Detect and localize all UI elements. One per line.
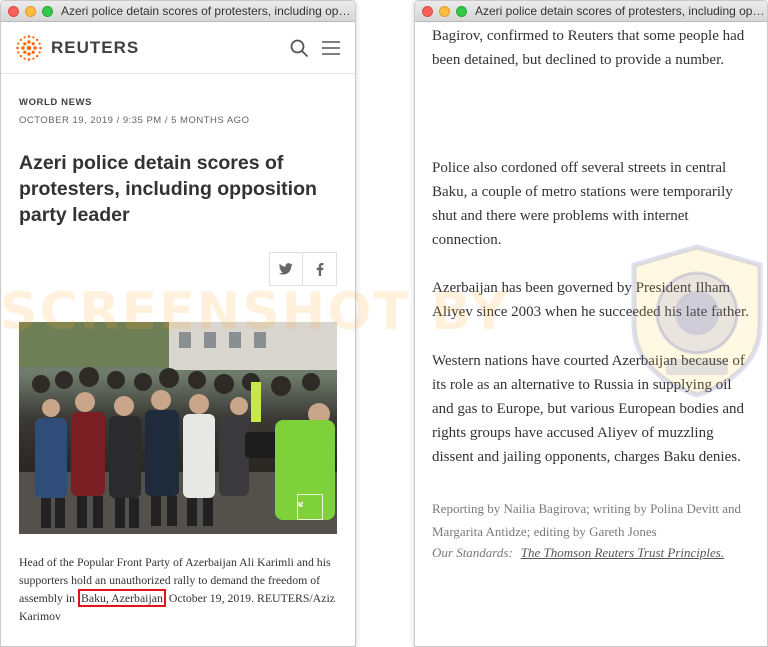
article-headline: Azeri police detain scores of protesters… — [19, 152, 317, 226]
section-link[interactable]: WORLD NEWS — [19, 97, 337, 108]
window-titlebar: Azeri police detain scores of protesters… — [1, 1, 355, 22]
article-paragraph: Police also cordoned off several streets… — [432, 160, 733, 248]
close-window-button[interactable] — [422, 5, 433, 17]
facebook-icon — [316, 262, 323, 276]
article-photo[interactable] — [19, 322, 337, 534]
zoom-window-button[interactable] — [42, 5, 53, 17]
share-buttons — [19, 252, 337, 286]
reuters-logo-icon[interactable] — [15, 34, 43, 62]
window-title: Azeri police detain scores of protesters… — [61, 4, 355, 18]
right-browser-window: Azeri police detain scores of protesters… — [414, 0, 768, 647]
article-paragraph: Bagirov, confirmed to Reuters that some … — [432, 28, 745, 68]
photo-caption: Head of the Popular Front Party of Azerb… — [19, 553, 337, 625]
expand-icon — [298, 501, 304, 507]
article-paragraph: Western nations have courted Azerbaijan … — [432, 353, 745, 465]
standards-line: Our Standards: The Thomson Reuters Trust … — [432, 545, 749, 561]
article-paragraph: Azerbaijan has been governed by Presiden… — [432, 280, 749, 320]
trust-principles-link[interactable]: The Thomson Reuters Trust Principles. — [521, 545, 724, 560]
left-browser-window: Azeri police detain scores of protesters… — [0, 0, 356, 647]
twitter-icon — [279, 263, 293, 275]
article-body: Bagirov, confirmed to Reuters that some … — [415, 24, 767, 561]
article-dateline: OCTOBER 19, 2019 / 9:35 PM / 5 MONTHS AG… — [19, 115, 250, 126]
twitter-share-button[interactable] — [269, 252, 303, 286]
standards-label: Our Standards: — [432, 545, 513, 560]
facebook-share-button[interactable] — [303, 252, 337, 286]
search-icon[interactable] — [289, 38, 309, 58]
expand-photo-button[interactable] — [297, 494, 323, 520]
close-window-button[interactable] — [8, 5, 19, 17]
protest-photo-illustration — [19, 322, 337, 534]
zoom-window-button[interactable] — [456, 5, 467, 17]
caption-highlighted-location: Baku, Azerbaijan — [77, 589, 166, 607]
hamburger-menu-icon[interactable] — [321, 38, 341, 58]
article: WORLD NEWS OCTOBER 19, 2019 / 9:35 PM / … — [1, 97, 355, 625]
minimize-window-button[interactable] — [25, 5, 36, 17]
minimize-window-button[interactable] — [439, 5, 450, 17]
window-titlebar: Azeri police detain scores of protesters… — [415, 1, 767, 22]
reuters-wordmark[interactable]: REUTERS — [51, 38, 139, 58]
site-header: REUTERS — [1, 22, 355, 74]
reporting-credit: Reporting by Nailia Bagirova; writing by… — [432, 501, 742, 539]
window-title: Azeri police detain scores of protesters… — [475, 4, 767, 18]
